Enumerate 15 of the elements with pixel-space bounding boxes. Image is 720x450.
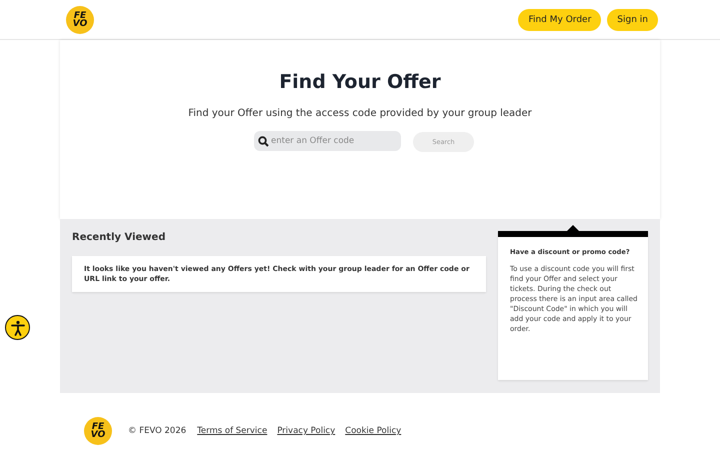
fevo-logo[interactable]: FE VO: [66, 6, 94, 34]
header-button[interactable]: Sign in: [607, 8, 658, 30]
subtitle: Find your Offer using the access code provided by your group leader: [188, 108, 532, 119]
accessibility-button[interactable]: [5, 315, 30, 340]
search-icon: [258, 136, 269, 147]
header-button[interactable]: Find My Order: [518, 8, 602, 30]
footer-link[interactable]: Terms of Service: [197, 426, 268, 436]
section-title: Recently Viewed: [72, 232, 166, 243]
offer-code-field[interactable]: enter an Offer code: [254, 131, 401, 151]
fevo-logo[interactable]: FE VO: [84, 417, 112, 445]
footer-link[interactable]: Cookie Policy: [345, 426, 402, 436]
accessibility-icon: [8, 318, 26, 336]
copyright: © FEVO 2026: [128, 426, 186, 436]
footer-link[interactable]: Privacy Policy: [277, 426, 336, 436]
page-title: Find Your Offer: [279, 71, 441, 93]
